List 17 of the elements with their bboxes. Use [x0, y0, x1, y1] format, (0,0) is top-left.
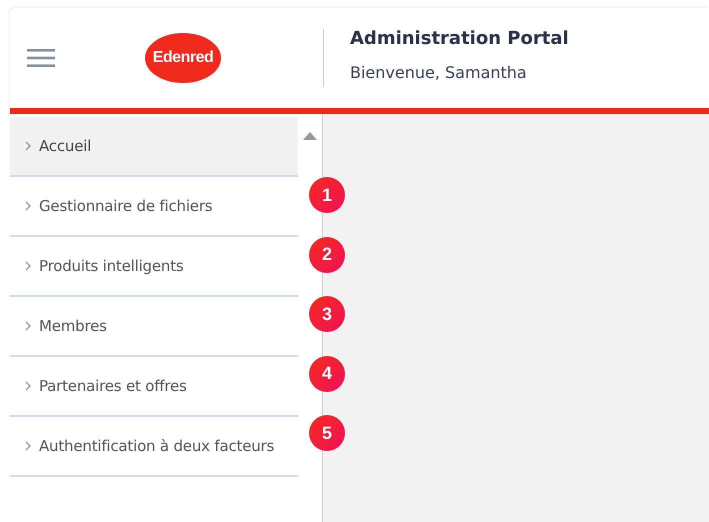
chevron-icon [25, 261, 31, 271]
scroll-up-icon[interactable] [303, 132, 317, 140]
number-badge: 1 [309, 177, 345, 213]
number-badge: 5 [309, 415, 345, 451]
chevron-icon [25, 141, 31, 151]
portal-title: Administration Portal [350, 28, 569, 49]
logo: Edenred [145, 33, 221, 83]
number-badge: 2 [309, 236, 345, 272]
menu-icon[interactable] [27, 49, 55, 67]
chevron-icon [25, 441, 31, 451]
sidebar-item[interactable]: Accueil [10, 117, 298, 177]
chevron-icon [25, 321, 31, 331]
number-badge: 4 [309, 356, 345, 392]
number-badge: 3 [309, 296, 345, 332]
chevron-icon [25, 381, 31, 391]
welcome-text: Bienvenue, Samantha [350, 63, 528, 82]
chevron-icon [25, 201, 31, 211]
